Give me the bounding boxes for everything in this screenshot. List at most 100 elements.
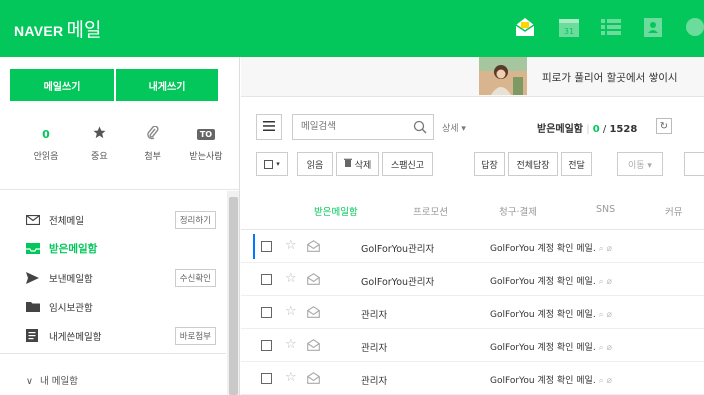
detail-search-dropdown[interactable]: 상세 ▾: [442, 121, 466, 134]
my-mailbox-label: 내 메일함: [40, 376, 78, 387]
preview-search-icon[interactable]: ⌕: [599, 310, 604, 320]
envelope-open-icon[interactable]: [512, 14, 538, 40]
folder-all-mail[interactable]: 전체메일 정리하기: [26, 205, 216, 234]
svg-text:31: 31: [564, 27, 574, 36]
menu-toggle-button[interactable]: [256, 114, 282, 140]
reply-all-button[interactable]: 전체답장: [508, 152, 558, 176]
mail-row[interactable]: ☆ 관리자 GolForYou 계정 확인 메일. ⌕ ⌀: [241, 362, 704, 395]
preview-search-icon[interactable]: ⌕: [599, 277, 604, 287]
envelope-read-icon[interactable]: [307, 372, 320, 387]
preview-search-icon[interactable]: ⌕: [599, 343, 604, 353]
quick-unread[interactable]: 0 안읽음: [26, 125, 66, 163]
send-icon: [26, 271, 40, 284]
star-outline-icon[interactable]: ☆: [285, 271, 297, 286]
sidebar-scrollbar-thumb[interactable]: [229, 197, 238, 395]
mail-sender[interactable]: 관리자: [361, 340, 387, 354]
mail-row[interactable]: ☆ 관리자 GolForYou 계정 확인 메일. ⌕ ⌀: [241, 296, 704, 329]
tab-inbox[interactable]: 받은메일함: [314, 204, 358, 218]
folder-to-self[interactable]: 내게쓴메일함 바로첨부: [26, 321, 216, 350]
quick-attachment[interactable]: 첨부: [133, 124, 173, 162]
search-icon[interactable]: [413, 120, 427, 137]
folder-inbox[interactable]: 받은메일함: [26, 234, 216, 263]
star-outline-icon[interactable]: ☆: [285, 370, 297, 385]
quick-to-me-label: 받는사람: [189, 152, 223, 162]
list-icon[interactable]: [598, 14, 624, 40]
sidebar-divider: [0, 189, 240, 190]
folder-drafts[interactable]: 임시보관함: [26, 292, 216, 321]
trash-icon: [343, 158, 355, 170]
quick-to-me[interactable]: TO 받는사람: [186, 125, 226, 162]
preview-search-icon[interactable]: ⌕: [599, 376, 604, 386]
row-checkbox[interactable]: [261, 373, 272, 384]
folder-sent[interactable]: 보낸메일함 수신확인: [26, 263, 216, 292]
tab-sns[interactable]: SNS: [596, 204, 615, 215]
envelope-read-icon[interactable]: [307, 273, 320, 288]
row-checkbox[interactable]: [261, 307, 272, 318]
write-to-self-button[interactable]: 내게쓰기: [116, 69, 218, 101]
envelope-read-icon[interactable]: [307, 306, 320, 321]
organize-button[interactable]: 정리하기: [174, 211, 216, 229]
select-all-checkbox[interactable]: ▾: [256, 152, 288, 176]
inbox-label: 받은메일함: [537, 124, 583, 135]
naver-mail-logo[interactable]: NAVER 메일: [14, 15, 101, 42]
preview-search-icon[interactable]: ⌕: [599, 244, 604, 254]
row-checkbox[interactable]: [261, 340, 272, 351]
delete-button[interactable]: 삭제: [336, 152, 379, 176]
refresh-icon[interactable]: ↻: [656, 118, 672, 134]
star-outline-icon[interactable]: ☆: [285, 238, 297, 253]
quick-important-label: 중요: [91, 152, 108, 162]
mail-sender[interactable]: GolForYou관리자: [361, 241, 434, 255]
read-receipt-button[interactable]: 수신확인: [174, 269, 216, 287]
tab-billing[interactable]: 청구·결제: [499, 204, 537, 218]
total-count: 1528: [609, 124, 638, 135]
contacts-icon[interactable]: [640, 14, 666, 40]
banner-image: [479, 57, 527, 95]
row-checkbox[interactable]: [261, 274, 272, 285]
calendar-icon[interactable]: 31: [556, 14, 582, 40]
mail-subject[interactable]: GolForYou 계정 확인 메일. ⌕ ⌀: [490, 340, 612, 353]
sidebar-divider-2: [0, 353, 226, 354]
folder-all-mail-label: 전체메일: [49, 215, 84, 227]
reply-button[interactable]: 답장: [474, 152, 505, 176]
star-outline-icon[interactable]: ☆: [285, 304, 297, 319]
row-checkbox[interactable]: [261, 241, 272, 252]
tab-community[interactable]: 커뮤: [665, 204, 682, 218]
envelope-read-icon[interactable]: [307, 339, 320, 354]
mail-category-tabs: 받은메일함 프로모션 청구·결제 SNS 커뮤: [241, 190, 704, 230]
delete-label: 삭제: [354, 160, 372, 171]
more-apps-icon[interactable]: [682, 14, 704, 40]
forward-button[interactable]: 전달: [561, 152, 592, 176]
quick-important[interactable]: 중요: [79, 125, 119, 162]
envelope-read-icon[interactable]: [307, 240, 320, 255]
mail-subject[interactable]: GolForYou 계정 확인 메일. ⌕ ⌀: [490, 274, 612, 287]
mail-sender[interactable]: 관리자: [361, 373, 387, 387]
search-input[interactable]: [301, 121, 411, 132]
tab-promotions[interactable]: 프로모션: [413, 204, 448, 218]
spam-report-button[interactable]: 스팸신고: [382, 152, 433, 176]
search-box: [292, 114, 434, 140]
mail-row[interactable]: ☆ GolForYou관리자 GolForYou 계정 확인 메일. ⌕ ⌀: [241, 230, 704, 263]
more-actions-button[interactable]: [684, 152, 704, 176]
mail-subject[interactable]: GolForYou 계정 확인 메일. ⌕ ⌀: [490, 241, 612, 254]
attachment-clip-icon: ⌀: [606, 310, 612, 320]
mail-sender[interactable]: 관리자: [361, 307, 387, 321]
mark-read-button[interactable]: 읽음: [297, 152, 333, 176]
move-dropdown[interactable]: 이동 ▾: [617, 152, 663, 176]
mail-row[interactable]: ☆ GolForYou관리자 GolForYou 계정 확인 메일. ⌕ ⌀: [241, 263, 704, 296]
mail-subject[interactable]: GolForYou 계정 확인 메일. ⌕ ⌀: [490, 307, 612, 320]
mail-row[interactable]: ☆ 관리자 GolForYou 계정 확인 메일. ⌕ ⌀: [241, 329, 704, 362]
attachment-clip-icon: ⌀: [606, 244, 612, 254]
attachment-clip-icon: ⌀: [606, 376, 612, 386]
star-outline-icon[interactable]: ☆: [285, 337, 297, 352]
search-row: 상세 ▾ 받은메일함 | 0 / 1528 ↻: [241, 113, 704, 141]
my-mailbox-toggle[interactable]: ∨ 내 메일함: [26, 373, 78, 387]
promo-banner[interactable]: 피로가 풀리어 할곳에서 쌓이시: [241, 57, 704, 97]
unread-count: 0: [42, 127, 50, 141]
mail-subject[interactable]: GolForYou 계정 확인 메일. ⌕ ⌀: [490, 373, 612, 386]
mail-sender[interactable]: GolForYou관리자: [361, 274, 434, 288]
write-mail-button[interactable]: 메일쓰기: [10, 69, 114, 101]
logo-mail: 메일: [66, 19, 102, 41]
quick-attach-button[interactable]: 바로첨부: [174, 327, 216, 345]
folder-inbox-label: 받은메일함: [49, 243, 98, 255]
note-icon: [26, 329, 40, 342]
